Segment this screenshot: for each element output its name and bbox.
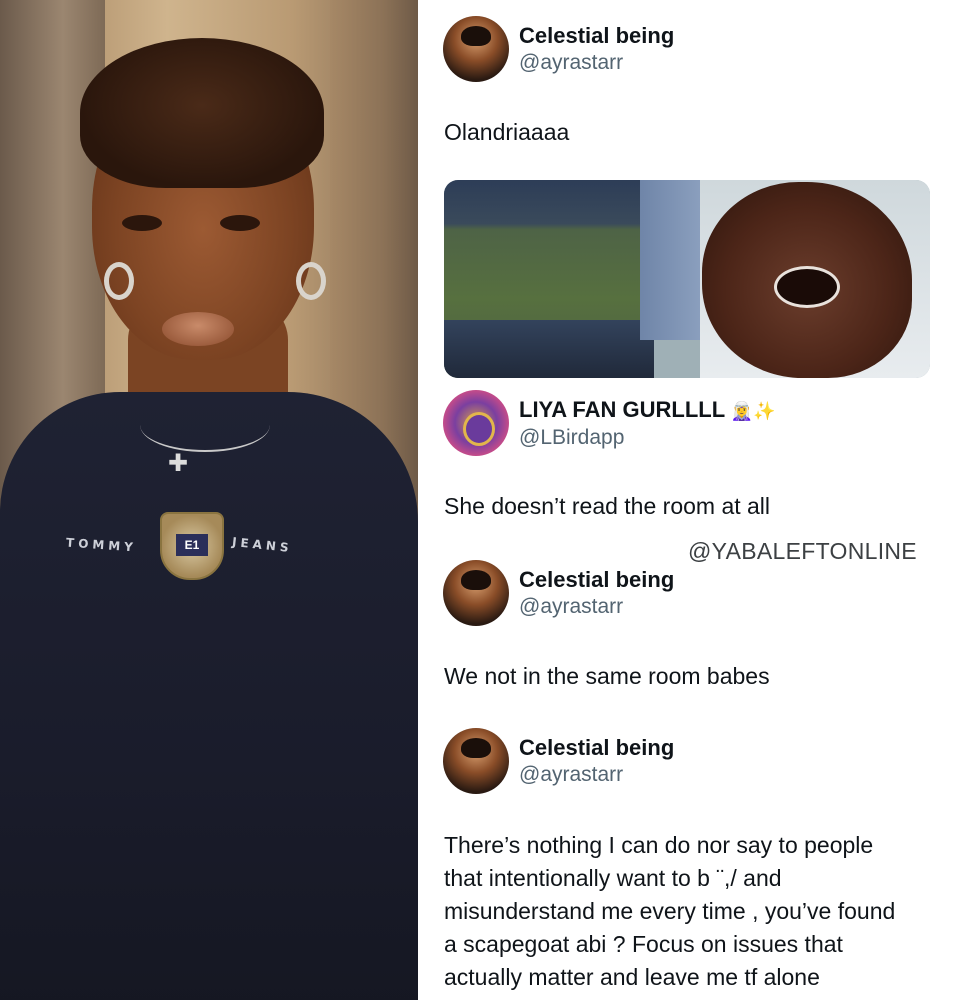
user-handle[interactable]: @ayrastarr: [519, 594, 674, 620]
display-name[interactable]: LIYA FAN GURLLLL 🧝‍♀️✨: [519, 396, 776, 425]
right-eye: [220, 215, 260, 231]
tweet-text: She doesn’t read the room at all: [444, 493, 771, 519]
dog-mouth: [774, 266, 840, 308]
tweet-text-line: a scapegoat abi ? Focus on issues that: [444, 931, 843, 957]
left-eye: [122, 215, 162, 231]
display-name[interactable]: Celestial being: [519, 566, 674, 594]
tweet-text-line: misunderstand me every time , you’ve fou…: [444, 898, 896, 924]
left-earring: [104, 262, 134, 300]
watermark: @YABALEFTONLINE: [688, 538, 917, 564]
tweet-header: Celestial being @ayrastarr: [443, 560, 674, 626]
display-name[interactable]: Celestial being: [519, 734, 674, 762]
navy-t-shirt: [0, 392, 418, 1000]
tweet-header: Celestial being @ayrastarr: [443, 16, 674, 82]
display-name[interactable]: Celestial being: [519, 22, 674, 50]
name-emoji-icons: 🧝‍♀️✨: [730, 400, 776, 421]
tweet-author: Celestial being @ayrastarr: [519, 22, 674, 76]
crest-text: E1: [176, 534, 208, 556]
user-handle[interactable]: @ayrastarr: [519, 50, 674, 76]
user-handle[interactable]: @LBirdapp: [519, 425, 776, 451]
tweet-author: Celestial being @ayrastarr: [519, 566, 674, 620]
tweet-text-line: that intentionally want to b ¨,/ and: [444, 865, 782, 891]
profile-photo: ✚ TOMMY E1 JEANS: [0, 0, 418, 1000]
tarp: [444, 320, 654, 378]
tweet-media-video[interactable]: [444, 180, 930, 378]
tweet-header: Celestial being @ayrastarr: [443, 728, 674, 794]
avatar[interactable]: [443, 390, 509, 456]
right-earring: [296, 262, 326, 300]
tweet-text-line: There’s nothing I can do nor say to peop…: [444, 832, 874, 858]
avatar[interactable]: [443, 560, 509, 626]
tweet-text: There’s nothing I can do nor say to peop…: [444, 829, 944, 994]
tweet-author: Celestial being @ayrastarr: [519, 734, 674, 788]
necklace-chain: [140, 398, 270, 452]
tweet-text: We not in the same room babes: [444, 663, 770, 689]
tweet-author: LIYA FAN GURLLLL 🧝‍♀️✨ @LBirdapp: [519, 396, 776, 451]
hair: [80, 38, 324, 188]
user-handle[interactable]: @ayrastarr: [519, 762, 674, 788]
shirt-crest-logo: E1: [160, 512, 224, 580]
display-name-text: LIYA FAN GURLLLL: [519, 396, 725, 422]
tweet-text: Olandriaaaa: [444, 119, 570, 145]
avatar[interactable]: [443, 728, 509, 794]
tweet-thread: Celestial being @ayrastarr Olandriaaaa L…: [418, 0, 966, 1000]
tweet-header: LIYA FAN GURLLLL 🧝‍♀️✨ @LBirdapp: [443, 390, 776, 456]
cross-pendant-icon: ✚: [168, 450, 189, 477]
avatar[interactable]: [443, 16, 509, 82]
tweet-text-line: actually matter and leave me tf alone: [444, 964, 820, 990]
lips: [162, 312, 234, 346]
